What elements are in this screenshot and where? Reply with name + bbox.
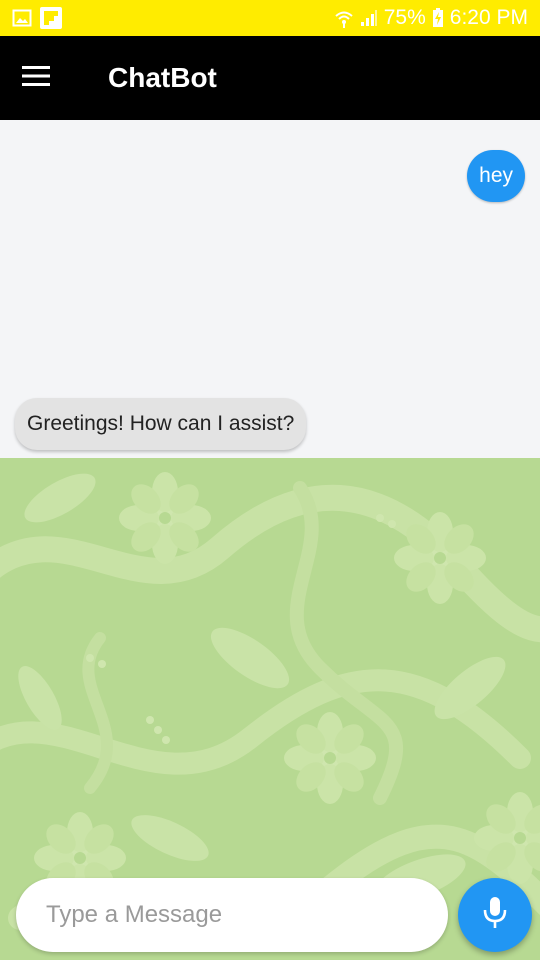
microphone-icon	[482, 896, 508, 935]
status-system: 75% 6:20 PM	[334, 6, 528, 30]
microphone-button[interactable]	[458, 878, 532, 952]
menu-button[interactable]	[0, 36, 72, 120]
clock: 6:20 PM	[449, 6, 528, 29]
message-input[interactable]	[16, 878, 448, 952]
status-bar: 75% 6:20 PM	[0, 0, 540, 36]
signal-icon	[360, 9, 378, 27]
charging-icon	[432, 8, 444, 28]
user-message-bubble: hey	[467, 150, 525, 202]
app-title: ChatBot	[108, 62, 217, 93]
chat-area: hey Greetings! How can I assist?	[0, 120, 540, 458]
battery-percentage: 75%	[383, 6, 426, 29]
bot-message-bubble: Greetings! How can I assist?	[15, 398, 307, 450]
menu-icon	[21, 65, 51, 92]
wifi-icon	[334, 8, 354, 28]
flipboard-icon	[40, 7, 62, 29]
status-notifications	[12, 7, 62, 29]
gallery-icon	[12, 8, 32, 28]
app-bar: ChatBot	[0, 36, 540, 120]
